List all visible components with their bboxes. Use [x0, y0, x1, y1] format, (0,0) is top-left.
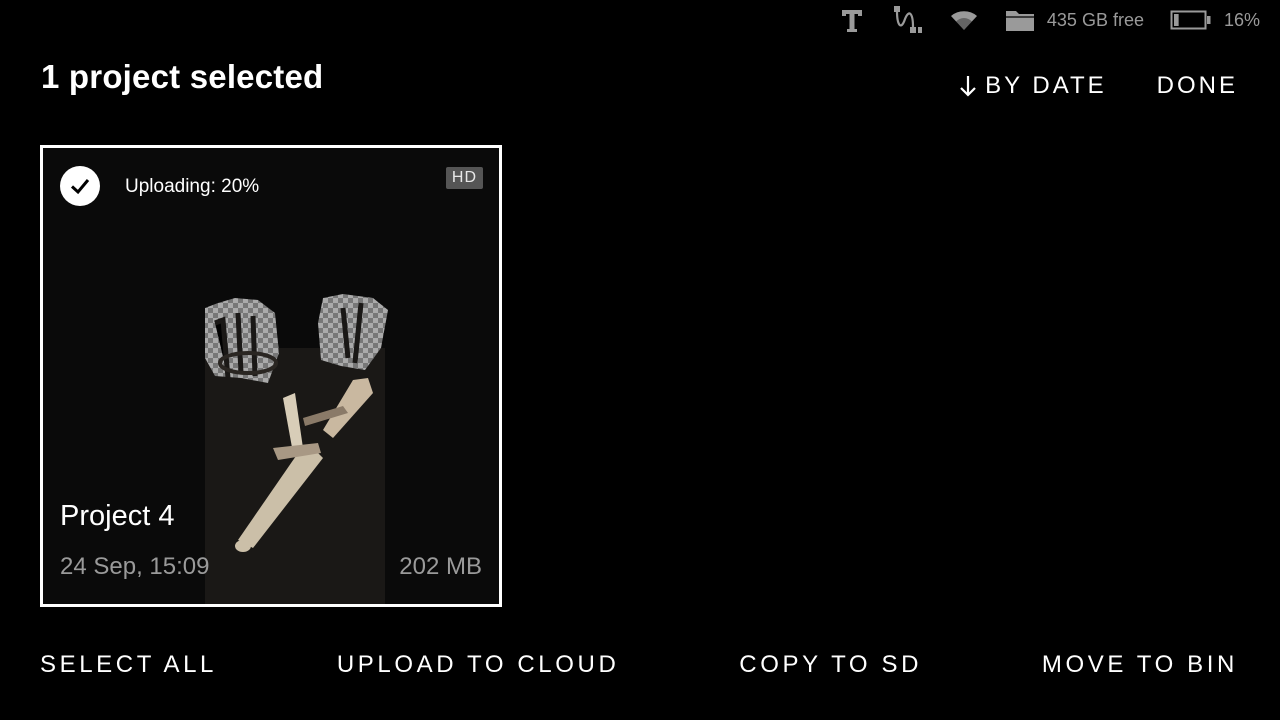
app-screen: 435 GB free 16% 1 project selected BY DA… [0, 0, 1280, 720]
page-title: 1 project selected [41, 58, 324, 95]
select-all-button[interactable]: SELECT ALL [40, 651, 217, 679]
battery-level-text: 16% [1223, 9, 1260, 30]
upload-status: Uploading: 20% [125, 176, 260, 197]
status-bar: 435 GB free 16% [839, 0, 1260, 40]
upload-to-cloud-button[interactable]: UPLOAD TO CLOUD [337, 651, 620, 679]
usb-cable-icon [891, 5, 923, 35]
copy-to-sd-button[interactable]: COPY TO SD [739, 651, 922, 679]
sort-label: BY DATE [985, 72, 1107, 99]
project-name: Project 4 [60, 500, 175, 532]
text-t-icon [839, 7, 865, 33]
storage-free-text: 435 GB free [1046, 9, 1144, 30]
project-card[interactable]: Uploading: 20% HD Project 4 24 Sep, 15:0… [40, 145, 502, 607]
header-actions: BY DATE DONE [959, 66, 1238, 106]
arrow-down-icon [959, 74, 977, 98]
hd-badge: HD [445, 167, 483, 189]
sort-by-date-button[interactable]: BY DATE [959, 72, 1106, 100]
selected-check-icon[interactable] [60, 166, 100, 206]
folder-icon [1005, 8, 1035, 32]
bottom-action-bar: SELECT ALL UPLOAD TO CLOUD COPY TO SD MO… [40, 648, 1238, 682]
project-thumbnail [43, 148, 499, 604]
battery-icon [1170, 9, 1212, 31]
done-button[interactable]: DONE [1157, 72, 1238, 100]
move-to-bin-button[interactable]: MOVE TO BIN [1042, 651, 1238, 679]
project-size: 202 MB [399, 553, 482, 580]
project-date: 24 Sep, 15:09 [60, 553, 210, 580]
wifi-icon [949, 8, 979, 32]
